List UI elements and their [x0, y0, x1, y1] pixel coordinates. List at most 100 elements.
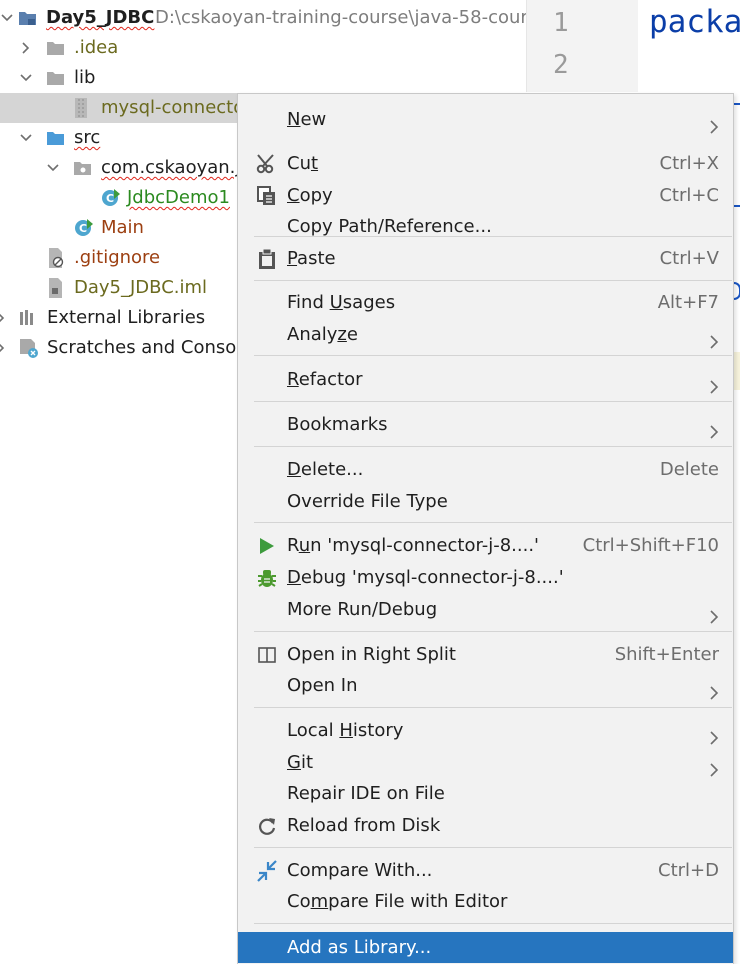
menu-item-more-run-debug[interactable]: More Run/Debug [238, 594, 733, 625]
tree-item-label: JdbcDemo1 [127, 187, 230, 208]
menu-item-shortcut: Ctrl+D [658, 860, 719, 881]
menu-item-debug-mysql-connector-j-8[interactable]: Debug 'mysql-connector-j-8....' [238, 562, 733, 593]
tree-item-label: mysql-connecto [101, 97, 245, 118]
tree-item-label: Day5_JDBC.iml [74, 277, 208, 298]
reload-icon [256, 815, 278, 837]
menu-item-local-history[interactable]: Local History [238, 715, 733, 746]
svg-text:C: C [106, 192, 114, 205]
menu-item-compare-with[interactable]: Compare With... Ctrl+D [238, 855, 733, 886]
menu-item-shortcut: Ctrl+X [659, 153, 719, 174]
submenu-arrow-icon [709, 756, 719, 777]
menu-item-reload-from-disk[interactable]: Reload from Disk [238, 810, 733, 841]
menu-item-copy-path-reference[interactable]: Copy Path/Reference... [238, 211, 733, 242]
menu-item-label: More Run/Debug [287, 599, 438, 620]
menu-item-run-mysql-connector-j-8[interactable]: Run 'mysql-connector-j-8....' Ctrl+Shift+… [238, 530, 733, 561]
tree-item-label: com.cskaoyan.jc [101, 157, 251, 178]
tree-row-root[interactable]: Day5_JDBC D:\cskaoyan-training-course\ja… [0, 3, 537, 33]
menu-item-label: Run 'mysql-connector-j-8....' [287, 535, 539, 556]
menu-item-label: Delete... [287, 459, 364, 480]
menu-item-bookmarks[interactable]: Bookmarks [238, 409, 733, 440]
menu-item-git[interactable]: Git [238, 747, 733, 778]
menu-item-find-usages[interactable]: Find Usages Alt+F7 [238, 287, 733, 318]
menu-item-delete[interactable]: Delete... Delete [238, 454, 733, 485]
menu-item-label: Add as Library... [287, 937, 432, 958]
libraries-icon [20, 310, 33, 325]
chevron-right-icon[interactable] [0, 342, 7, 354]
menu-item-label: Compare With... [287, 860, 433, 881]
menu-item-new[interactable]: New [238, 104, 733, 135]
scratches-icon [20, 339, 38, 358]
editor-edge-mark [733, 282, 740, 300]
menu-item-label: Git [287, 752, 314, 773]
menu-item-label: Open in Right Split [287, 644, 456, 665]
menu-item-add-as-library[interactable]: Add as Library... [238, 932, 733, 963]
menu-item-copy[interactable]: Copy Ctrl+C [238, 180, 733, 211]
menu-item-shortcut: Ctrl+V [659, 248, 719, 269]
menu-item-shortcut: Ctrl+C [659, 185, 719, 206]
menu-item-label: Analyze [287, 324, 358, 345]
menu-item-label: Cut [287, 153, 319, 174]
code-editor[interactable]: packa [638, 0, 740, 92]
menu-item-label: Bookmarks [287, 414, 388, 435]
tree-item-label: External Libraries [47, 307, 206, 328]
menu-item-shortcut: Shift+Enter [614, 644, 719, 665]
menu-item-label: Copy Path/Reference... [287, 216, 492, 237]
menu-item-analyze[interactable]: Analyze [238, 319, 733, 350]
menu-item-cut[interactable]: Cut Ctrl+X [238, 148, 733, 179]
menu-item-label: Copy [287, 185, 333, 206]
chevron-right-icon[interactable] [20, 42, 32, 54]
menu-item-refactor[interactable]: Refactor [238, 364, 733, 395]
module-folder-icon [19, 12, 36, 25]
run-icon [256, 535, 278, 557]
menu-item-override-file-type[interactable]: Override File Type [238, 486, 733, 517]
menu-item-open-in[interactable]: Open In [238, 670, 733, 701]
clipboard-icon [256, 248, 278, 270]
menu-item-label: New [287, 109, 327, 130]
context-menu: New Cut Ctrl+X Copy Ctrl+C Copy Path/Referenc… [237, 93, 734, 964]
tree-item-label: .idea [74, 37, 119, 58]
copy-icon [256, 185, 278, 207]
menu-item-label: Reload from Disk [287, 815, 441, 836]
menu-item-paste[interactable]: Paste Ctrl+V [238, 243, 733, 274]
menu-item-compare-file-with-editor[interactable]: Compare File with Editor [238, 886, 733, 917]
menu-item-shortcut: Delete [659, 459, 719, 480]
menu-item-label: Paste [287, 248, 336, 269]
root-module-path: D:\cskaoyan-training-course\java-58-cour… [155, 7, 538, 28]
editor-edge-mark [733, 205, 740, 207]
scissors-icon [256, 153, 278, 175]
submenu-arrow-icon [709, 113, 719, 134]
menu-separator [254, 280, 732, 281]
code-keyword: packa [649, 4, 740, 40]
line-number: 2 [553, 50, 569, 80]
chevron-right-icon[interactable] [0, 312, 7, 324]
tree-row-lib[interactable]: lib [0, 63, 530, 93]
menu-separator [254, 631, 732, 632]
module-file-icon [49, 278, 62, 298]
menu-separator [254, 401, 732, 402]
chevron-down-icon[interactable] [20, 72, 32, 84]
menu-separator [254, 707, 732, 708]
jar-archive-icon [75, 98, 87, 118]
editor-edge-mark [733, 103, 740, 105]
chevron-down-icon[interactable] [1, 12, 13, 24]
menu-separator [254, 522, 732, 523]
menu-item-shortcut: Alt+F7 [657, 292, 719, 313]
tree-item-label: lib [74, 67, 96, 88]
tree-row-idea[interactable]: .idea [0, 33, 530, 63]
chevron-down-icon[interactable] [20, 132, 32, 144]
source-folder-icon [47, 132, 64, 145]
menu-separator [254, 355, 732, 356]
submenu-arrow-icon [709, 328, 719, 349]
submenu-arrow-icon [709, 724, 719, 745]
folder-icon [47, 72, 64, 85]
chevron-down-icon[interactable] [47, 162, 59, 174]
menu-separator [254, 446, 732, 447]
ignore-file-icon [49, 248, 64, 268]
root-module-name: Day5_JDBC [46, 7, 155, 28]
split-icon [256, 644, 278, 666]
submenu-arrow-icon [709, 603, 719, 624]
menu-item-repair-ide-on-file[interactable]: Repair IDE on File [238, 778, 733, 809]
package-icon [74, 162, 91, 175]
menu-item-open-in-right-split[interactable]: Open in Right Split Shift+Enter [238, 639, 733, 670]
menu-item-label: Open In [287, 675, 358, 696]
